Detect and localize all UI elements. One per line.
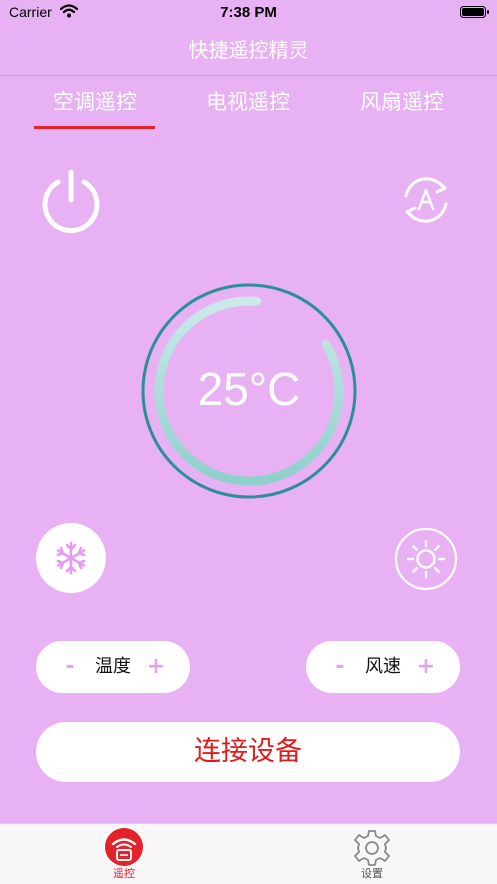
tab-tv-remote[interactable]: 电视遥控: [183, 86, 313, 122]
bottom-tab-bar: [0, 823, 497, 884]
tab-bar-remote-label[interactable]: 遥控: [94, 865, 154, 881]
tab-ac-remote[interactable]: 空调遥控: [30, 86, 160, 122]
sun-icon[interactable]: [394, 527, 458, 591]
power-icon[interactable]: [38, 168, 104, 234]
page-title: 快捷遥控精灵: [188, 38, 309, 62]
temperature-value: 25°C: [197, 363, 301, 415]
tab-fan-remote[interactable]: 风扇遥控: [337, 86, 467, 122]
tab-bar-settings-label[interactable]: 设置: [342, 865, 402, 881]
active-tab-indicator: [34, 126, 155, 129]
auto-mode-icon[interactable]: [398, 172, 454, 228]
status-time: 7:38 PM: [220, 4, 277, 21]
snowflake-icon: [56, 541, 86, 575]
temperature-increase-button[interactable]: +: [136, 641, 176, 693]
header-divider: [0, 75, 497, 76]
fan-speed-control: - 风速 +: [306, 641, 460, 693]
cool-mode-button[interactable]: [36, 523, 106, 593]
battery-icon: [460, 6, 489, 18]
gear-icon[interactable]: [352, 828, 392, 868]
fan-speed-increase-button[interactable]: +: [406, 641, 446, 693]
connect-device-button[interactable]: 连接设备: [36, 722, 460, 782]
temperature-control: - 温度 +: [36, 641, 190, 693]
remote-icon[interactable]: [104, 827, 144, 867]
